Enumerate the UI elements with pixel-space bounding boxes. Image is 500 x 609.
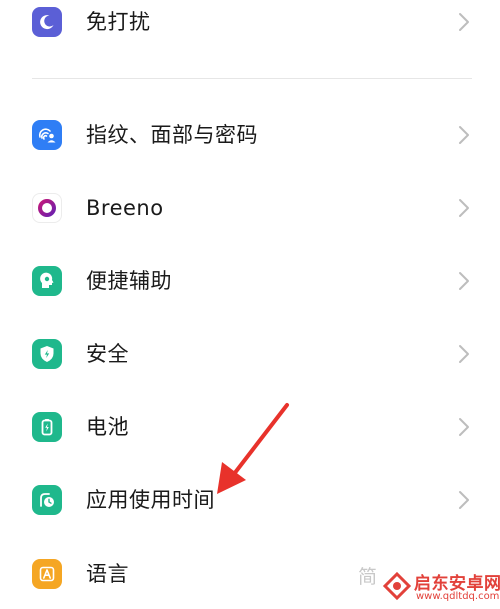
moon-icon <box>32 7 62 37</box>
settings-item-convenient-assist[interactable]: 便捷辅助 <box>0 251 500 311</box>
battery-icon <box>32 412 62 442</box>
settings-item-battery[interactable]: 电池 <box>0 397 500 457</box>
settings-item-label: 应用使用时间 <box>86 488 215 512</box>
settings-list: 免打扰 指纹、面部与密码 Breeno 便捷辅助 安全 电池 应用使用时间 语言 <box>0 0 500 609</box>
chevron-right-icon <box>459 418 469 436</box>
settings-item-app-usage-time[interactable]: 应用使用时间 <box>0 470 500 530</box>
chevron-right-icon <box>459 345 469 363</box>
app-usage-time-icon <box>32 485 62 515</box>
chevron-right-icon <box>459 126 469 144</box>
settings-item-fingerprint-face-password[interactable]: 指纹、面部与密码 <box>0 105 500 165</box>
chevron-right-icon <box>459 272 469 290</box>
settings-item-do-not-disturb[interactable]: 免打扰 <box>0 0 500 52</box>
watermark-url: www.qdltdq.com <box>416 591 500 602</box>
chevron-right-icon <box>459 199 469 217</box>
fingerprint-face-icon <box>32 120 62 150</box>
shield-icon <box>32 339 62 369</box>
assist-head-icon <box>32 266 62 296</box>
chevron-right-icon <box>459 491 469 509</box>
watermark-logo-icon <box>382 571 412 601</box>
settings-item-label: 便捷辅助 <box>86 269 172 293</box>
settings-item-label: Breeno <box>86 196 164 220</box>
breeno-ring-icon <box>32 193 62 223</box>
settings-item-label: 安全 <box>86 342 129 366</box>
settings-item-security[interactable]: 安全 <box>0 324 500 384</box>
settings-item-label: 免打扰 <box>86 10 151 34</box>
settings-item-label: 指纹、面部与密码 <box>86 123 258 147</box>
settings-item-label: 语言 <box>86 562 129 586</box>
language-a-icon <box>32 559 62 589</box>
section-divider <box>32 78 472 79</box>
watermark: 启东安卓网 www.qdltdq.com <box>372 566 500 609</box>
settings-item-label: 电池 <box>86 415 129 439</box>
settings-item-breeno[interactable]: Breeno <box>0 178 500 238</box>
chevron-right-icon <box>459 13 469 31</box>
